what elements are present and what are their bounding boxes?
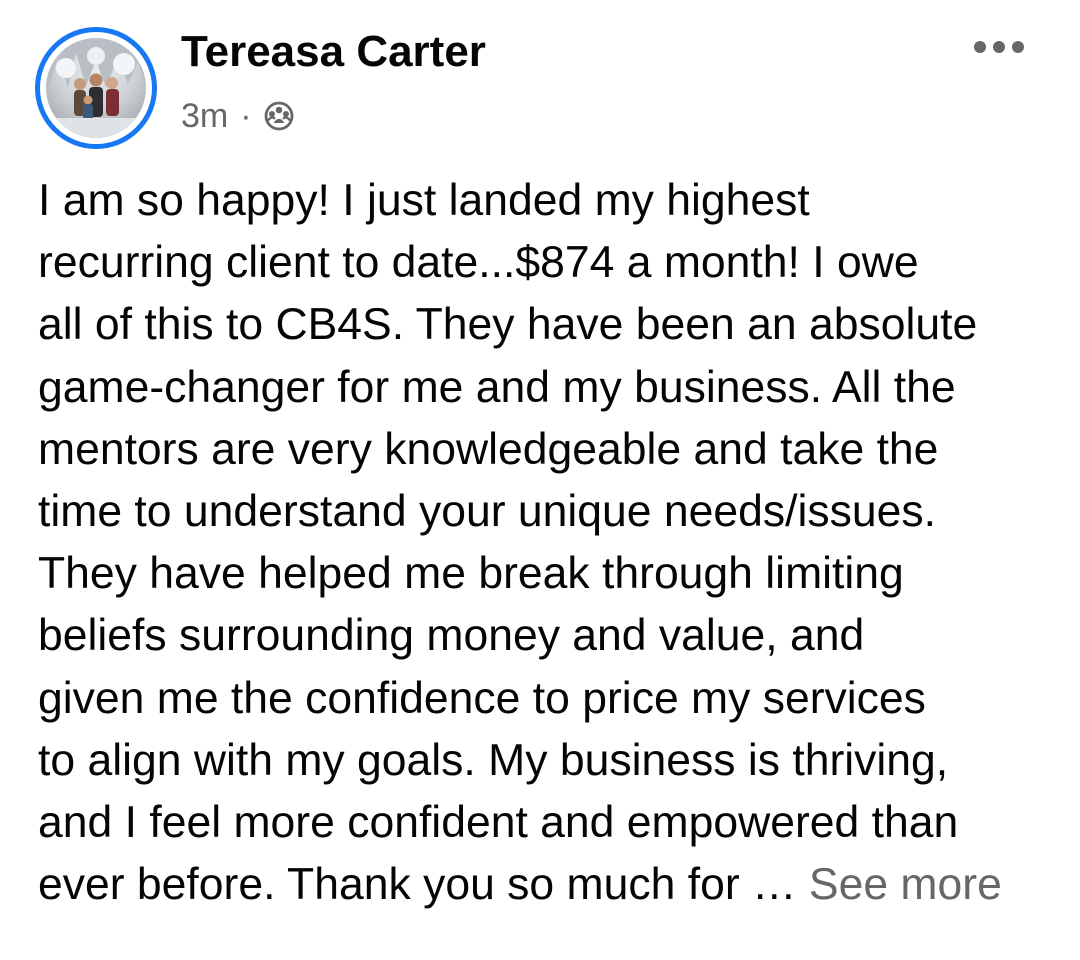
post-text-line: mentors are very knowledgeable and take …: [38, 424, 939, 474]
see-more-link[interactable]: See more: [809, 860, 1002, 909]
post-card: Tereasa Carter 3m · I am so happy! I jus…: [0, 0, 1080, 960]
post-text-line: and I feel more confident and empowered …: [38, 798, 959, 848]
post-text-line: recurring client to date...$874 a month!…: [38, 238, 919, 288]
post-text-line: game-changer for me and my business. All…: [38, 362, 956, 412]
post-meta: 3m ·: [181, 94, 296, 138]
group-icon[interactable]: [262, 99, 296, 133]
post-text-line: given me the confidence to price my serv…: [38, 673, 926, 723]
post-text-line: beliefs surrounding money and value, and: [38, 611, 865, 661]
post-timestamp[interactable]: 3m: [181, 97, 228, 136]
post-text-line: They have helped me break through limiti…: [38, 549, 904, 599]
post-text-line: all of this to CB4S. They have been an a…: [38, 300, 978, 350]
avatar-photo: [46, 38, 146, 138]
more-options-icon: [974, 41, 1024, 53]
post-text-last-line: ever before. Thank you so much for … See…: [38, 854, 1058, 916]
author-avatar[interactable]: [35, 27, 157, 149]
more-options-button[interactable]: [968, 30, 1030, 64]
meta-separator: ·: [240, 96, 252, 135]
post-text-line: I am so happy! I just landed my highest: [38, 176, 810, 225]
post-text-line: to align with my goals. My business is t…: [38, 735, 949, 785]
author-name[interactable]: Tereasa Carter: [181, 26, 486, 78]
post-text-truncated: ever before. Thank you so much for …: [38, 860, 809, 910]
post-text-line: time to understand your unique needs/iss…: [38, 487, 936, 537]
post-body: I am so happy! I just landed my highest …: [38, 170, 1058, 916]
